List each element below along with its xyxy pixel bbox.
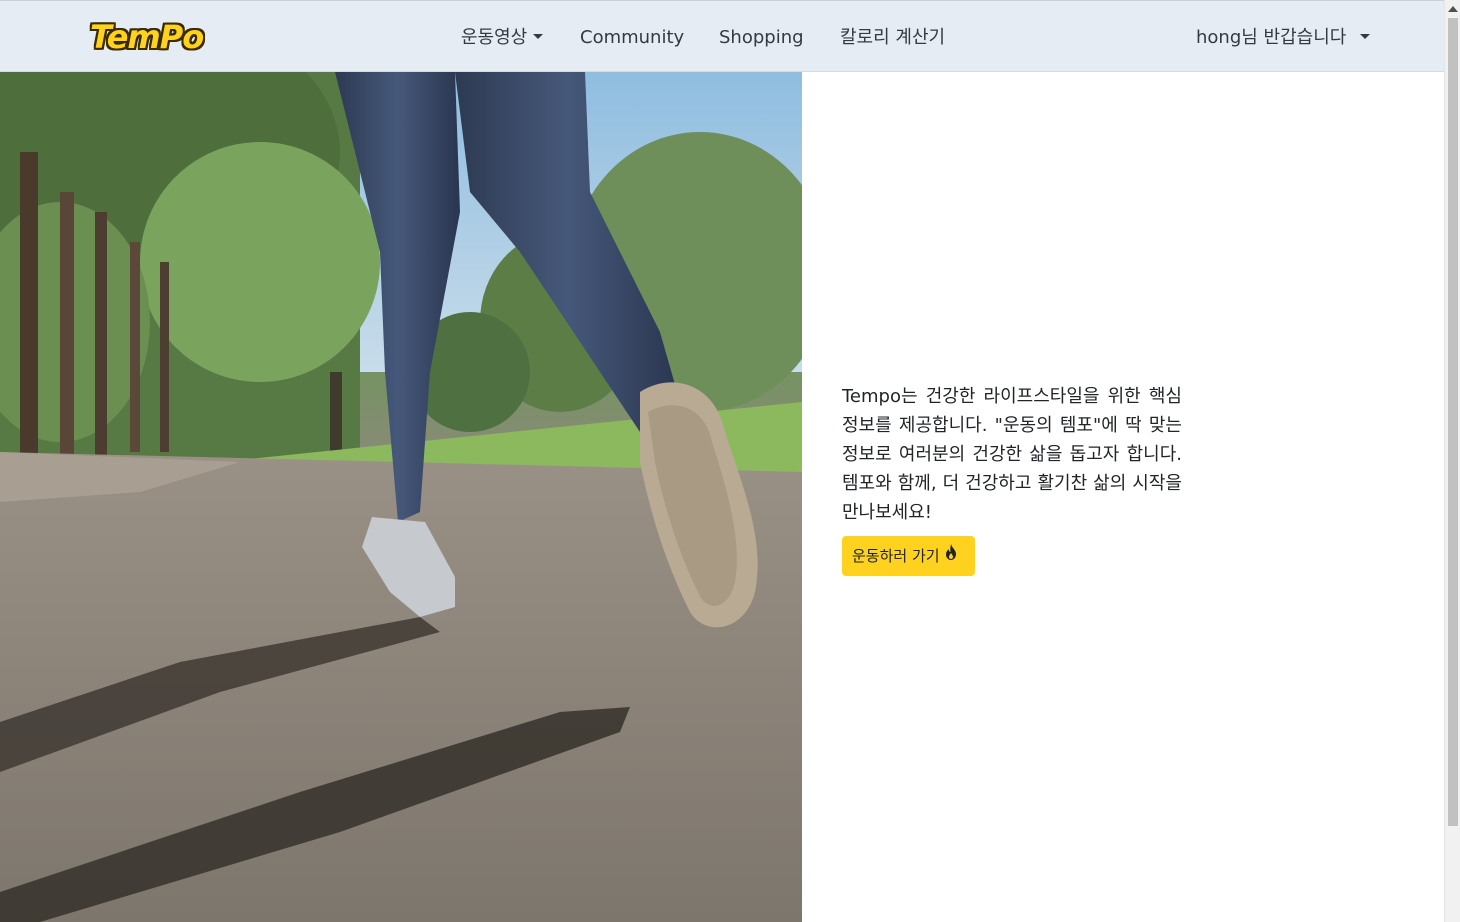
fire-icon <box>945 535 957 575</box>
caret-down-icon <box>533 33 544 39</box>
user-greeting: hong님 반갑습니다 <box>1196 27 1347 48</box>
caret-down-icon <box>1360 33 1371 39</box>
scroll-up-arrow-icon[interactable] <box>1448 6 1458 12</box>
user-menu[interactable]: hong님 반갑습니다 <box>1196 25 1371 51</box>
vertical-scrollbar[interactable] <box>1444 0 1460 922</box>
nav-item-calorie-calculator[interactable]: 칼로리 계산기 <box>840 25 945 51</box>
go-exercise-label: 운동하러 가기 <box>852 547 940 565</box>
runner-photo-icon <box>0 72 802 922</box>
scrollbar-thumb[interactable] <box>1448 18 1458 826</box>
nav-item-community[interactable]: Community <box>580 25 684 51</box>
nav-item-label: 운동영상 <box>461 27 528 48</box>
nav-item-shopping[interactable]: Shopping <box>719 25 804 51</box>
go-exercise-button[interactable]: 운동하러 가기 <box>842 536 975 576</box>
hero-runner-photo <box>0 72 802 922</box>
hero-description: Tempo는 건강한 라이프스타일을 위한 핵심 정보를 제공합니다. "운동의… <box>842 386 1182 523</box>
top-navbar: TemPo 운동영상 Community Shopping 칼로리 계산기 ho… <box>0 0 1444 72</box>
nav-item-exercise-videos[interactable]: 운동영상 <box>461 25 544 51</box>
tempo-logo[interactable]: TemPo <box>90 17 204 57</box>
